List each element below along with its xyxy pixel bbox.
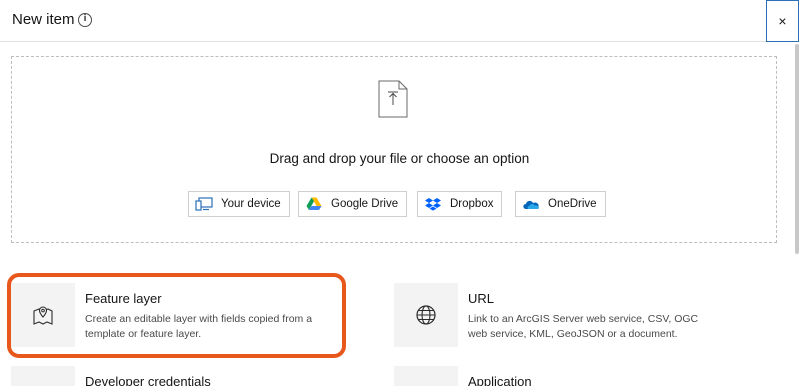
globe-icon bbox=[416, 305, 436, 325]
highlight-outline bbox=[7, 273, 346, 358]
card-title: Developer credentials bbox=[85, 374, 211, 386]
developer-credentials-card[interactable]: Developer credentials bbox=[11, 366, 341, 386]
url-tile bbox=[394, 283, 458, 347]
upload-file-icon bbox=[378, 80, 408, 118]
dropbox-button[interactable]: Dropbox bbox=[417, 191, 503, 217]
app-icon bbox=[394, 366, 458, 386]
url-card[interactable]: URL Link to an ArcGIS Server web service… bbox=[394, 283, 724, 355]
dialog-title: New item bbox=[12, 11, 75, 28]
application-card[interactable]: Application bbox=[394, 366, 724, 386]
dropbox-icon bbox=[424, 196, 442, 212]
option-label: Dropbox bbox=[450, 198, 494, 210]
option-label: Google Drive bbox=[331, 198, 399, 210]
card-description: Link to an ArcGIS Server web service, CS… bbox=[468, 313, 699, 340]
close-button[interactable]: × bbox=[766, 0, 799, 42]
onedrive-button[interactable]: OneDrive bbox=[515, 191, 606, 217]
card-title: URL bbox=[468, 291, 495, 306]
device-icon bbox=[195, 196, 213, 212]
dropzone-prompt: Drag and drop your file or choose an opt… bbox=[269, 151, 530, 166]
scrollbar[interactable] bbox=[795, 44, 799, 254]
google-drive-icon bbox=[305, 196, 323, 212]
your-device-button[interactable]: Your device bbox=[188, 191, 290, 217]
info-icon[interactable]: i bbox=[78, 13, 92, 27]
card-title: Application bbox=[468, 374, 532, 386]
onedrive-icon bbox=[522, 196, 540, 212]
option-label: Your device bbox=[221, 198, 281, 210]
google-drive-button[interactable]: Google Drive bbox=[298, 191, 408, 217]
dialog-header: New item i × bbox=[0, 0, 799, 42]
option-label: OneDrive bbox=[548, 198, 597, 210]
key-icon bbox=[11, 366, 75, 386]
